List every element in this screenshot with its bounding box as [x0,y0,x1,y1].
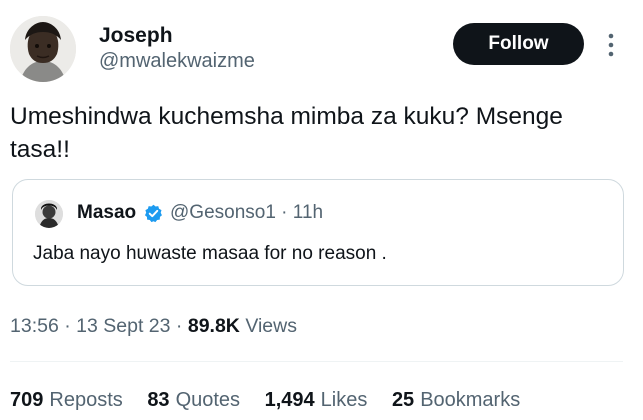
reposts-count: 709 [10,389,44,411]
engagement-stats: 709 Reposts 83 Quotes 1,494 Likes 25 Bookmar… [10,389,539,412]
more-vertical-icon[interactable] [602,32,620,58]
quoted-tweet-card[interactable]: Masao @Gesonso1 · 11h Jaba nayo huwaste … [12,179,624,286]
views-label: Views [245,315,297,337]
bookmarks-label: Bookmarks [420,389,521,411]
tweet-text: Umeshindwa kuchemsha mimba za kuku? Msen… [10,103,563,163]
meta-separator: · [64,315,77,337]
quotes-label: Quotes [175,389,241,411]
quote-text: Jaba nayo huwaste masaa for no reason . [33,243,387,264]
views-count: 89.8K [187,315,240,337]
likes-stat[interactable]: 1,494 Likes [265,389,368,412]
tweet-time[interactable]: 13:56 [10,315,59,337]
author-avatar[interactable] [10,16,76,82]
quote-author-handle-time: @Gesonso1 · 11h [170,202,324,223]
user-avatar-icon [10,16,76,82]
tweet-date[interactable]: 13 Sept 23 [76,315,170,337]
quotes-count: 83 [147,389,170,411]
verified-badge-icon [144,204,163,223]
divider [10,361,623,362]
follow-button[interactable]: Follow [453,23,584,65]
quotes-stat[interactable]: 83 Quotes [147,389,240,412]
meta-separator: · [175,315,188,337]
quote-author-avatar [35,200,63,228]
author-name[interactable]: Joseph [99,24,173,48]
author-handle[interactable]: @mwalekwaizme [99,50,255,73]
reposts-stat[interactable]: 709 Reposts [10,389,123,412]
likes-count: 1,494 [264,389,315,411]
bookmarks-stat[interactable]: 25 Bookmarks [392,389,520,412]
bookmarks-count: 25 [391,389,415,411]
user-avatar-icon [35,200,63,228]
tweet-meta: 13:56 · 13 Sept 23 · 89.8K Views [10,315,297,338]
reposts-label: Reposts [49,389,123,411]
likes-label: Likes [320,389,368,411]
quote-author-name: Masao [77,202,137,223]
